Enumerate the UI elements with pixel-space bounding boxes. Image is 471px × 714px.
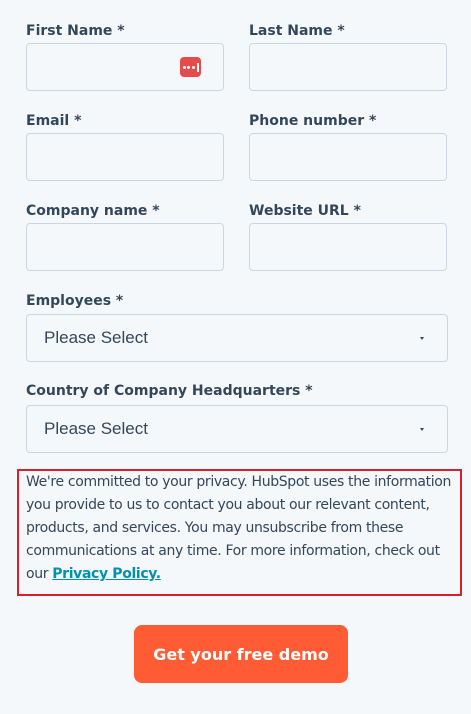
first-name-label: First Name *	[26, 23, 125, 39]
country-selected-value: Please Select	[44, 419, 148, 438]
privacy-text-block: We're committed to your privacy. HubSpot…	[26, 471, 460, 586]
phone-input[interactable]	[249, 133, 447, 181]
company-input[interactable]	[26, 223, 224, 271]
last-name-label: Last Name *	[249, 23, 345, 39]
chevron-down-icon	[420, 427, 424, 431]
employees-selected-value: Please Select	[44, 328, 148, 347]
country-label: Country of Company Headquarters *	[26, 383, 313, 399]
employees-label: Employees *	[26, 293, 124, 309]
phone-label: Phone number *	[249, 113, 377, 129]
country-select[interactable]: Please Select	[26, 405, 448, 453]
website-label: Website URL *	[249, 203, 361, 219]
company-label: Company name *	[26, 203, 160, 219]
privacy-notice: We're committed to your privacy. HubSpot…	[17, 469, 462, 596]
email-label: Email *	[26, 113, 82, 129]
chevron-down-icon	[420, 336, 424, 340]
last-name-input[interactable]	[249, 43, 447, 91]
password-manager-icon[interactable]	[180, 57, 201, 77]
website-input[interactable]	[249, 223, 447, 271]
get-demo-button[interactable]: Get your free demo	[134, 625, 348, 683]
employees-select[interactable]: Please Select	[26, 314, 448, 362]
privacy-policy-link[interactable]: Privacy Policy.	[52, 566, 161, 582]
email-input[interactable]	[26, 133, 224, 181]
